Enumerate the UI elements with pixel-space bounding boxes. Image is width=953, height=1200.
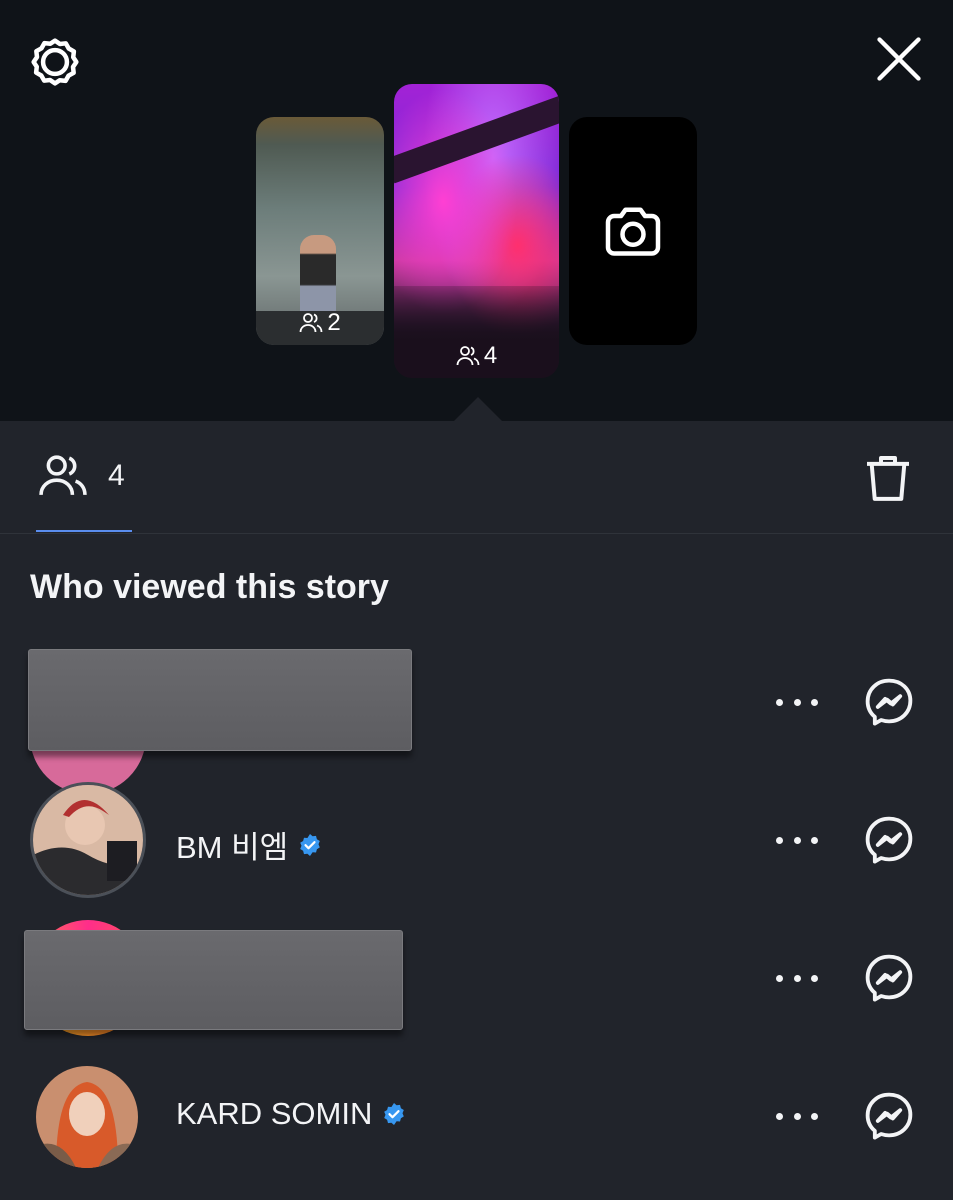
viewer-row[interactable]: BM 비엠 <box>0 782 953 912</box>
viewer-name[interactable]: KARD SOMIN <box>176 1096 406 1132</box>
messenger-icon[interactable] <box>862 951 916 1005</box>
tab-viewers[interactable]: 4 <box>36 451 132 501</box>
settings-button[interactable] <box>26 33 84 91</box>
more-options-button[interactable] <box>776 830 818 850</box>
messenger-icon[interactable] <box>862 813 916 867</box>
viewer-row[interactable] <box>0 920 953 1050</box>
stage-beam <box>394 90 559 184</box>
story-thumbnail-1[interactable]: 2 <box>256 117 384 345</box>
people-icon <box>456 346 480 366</box>
avatar-photo <box>36 1066 138 1168</box>
viewer-name-text: BM 비엠 <box>176 830 289 865</box>
avatar-photo <box>33 785 143 895</box>
gear-icon <box>31 38 79 86</box>
add-story-button[interactable] <box>569 117 697 345</box>
story-viewer-count-value: 4 <box>483 342 498 369</box>
trash-icon <box>867 456 909 501</box>
more-options-button[interactable] <box>776 692 818 712</box>
viewer-row[interactable]: KARD SOMIN <box>0 1060 953 1190</box>
verified-badge-icon <box>300 833 320 856</box>
more-options-button[interactable] <box>776 1106 818 1126</box>
viewer-name-text: KARD SOMIN <box>176 1096 373 1131</box>
viewers-heading: Who viewed this story <box>30 568 389 606</box>
camera-icon <box>605 207 661 256</box>
story-viewer-count: 2 <box>256 309 384 337</box>
active-tab-indicator <box>36 530 132 532</box>
redaction-block <box>28 649 412 751</box>
delete-story-button[interactable] <box>860 451 916 507</box>
story-thumbnail-2[interactable]: 4 <box>394 84 559 378</box>
viewer-row[interactable] <box>0 649 953 794</box>
close-button[interactable] <box>870 30 928 88</box>
story-preview-area: 2 4 <box>0 0 953 421</box>
more-options-button[interactable] <box>776 968 818 988</box>
selected-story-pointer <box>454 397 502 421</box>
people-icon <box>39 455 87 495</box>
messenger-icon[interactable] <box>862 675 916 729</box>
verified-badge-icon <box>384 1103 405 1125</box>
viewer-name[interactable]: BM 비엠 <box>176 822 322 867</box>
viewers-count: 4 <box>108 459 125 492</box>
story-viewer-count: 4 <box>394 342 559 370</box>
redaction-block <box>24 930 403 1030</box>
viewer-tab-bar: 4 <box>0 421 953 534</box>
close-icon <box>877 37 921 81</box>
avatar[interactable] <box>30 782 146 898</box>
messenger-icon[interactable] <box>862 1089 916 1143</box>
people-icon <box>299 313 323 333</box>
story-viewer-count-value: 2 <box>327 309 341 336</box>
avatar[interactable] <box>36 1066 138 1168</box>
